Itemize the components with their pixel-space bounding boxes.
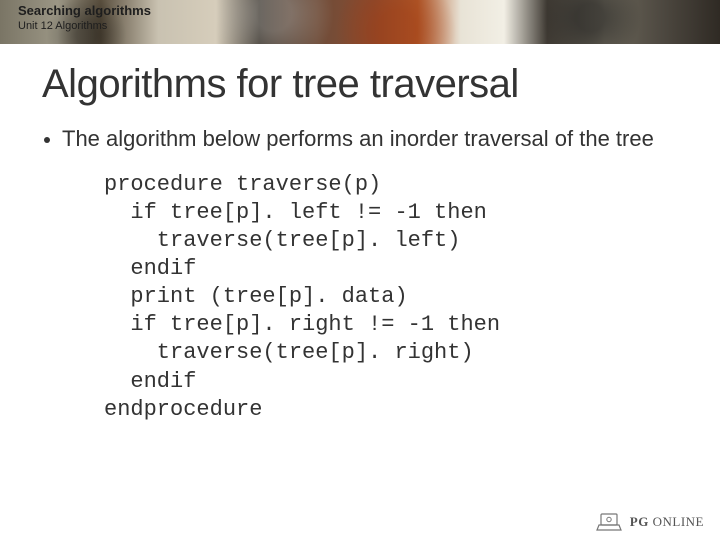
laptop-icon xyxy=(596,512,622,532)
pseudocode-block: procedure traverse(p) if tree[p]. left !… xyxy=(104,171,678,424)
header-subtitle: Unit 12 Algorithms xyxy=(18,20,151,32)
footer: PG ONLINE xyxy=(596,512,704,532)
header-text-block: Searching algorithms Unit 12 Algorithms xyxy=(18,4,151,32)
slide-heading: Algorithms for tree traversal xyxy=(42,62,678,107)
brand-text: PG ONLINE xyxy=(630,514,704,530)
slide-content: Algorithms for tree traversal The algori… xyxy=(0,44,720,424)
bullet-text: The algorithm below performs an inorder … xyxy=(62,125,654,153)
bullet-item: The algorithm below performs an inorder … xyxy=(42,125,678,153)
header-title: Searching algorithms xyxy=(18,4,151,18)
bullet-dot-icon xyxy=(44,137,50,143)
header-banner: Searching algorithms Unit 12 Algorithms xyxy=(0,0,720,44)
